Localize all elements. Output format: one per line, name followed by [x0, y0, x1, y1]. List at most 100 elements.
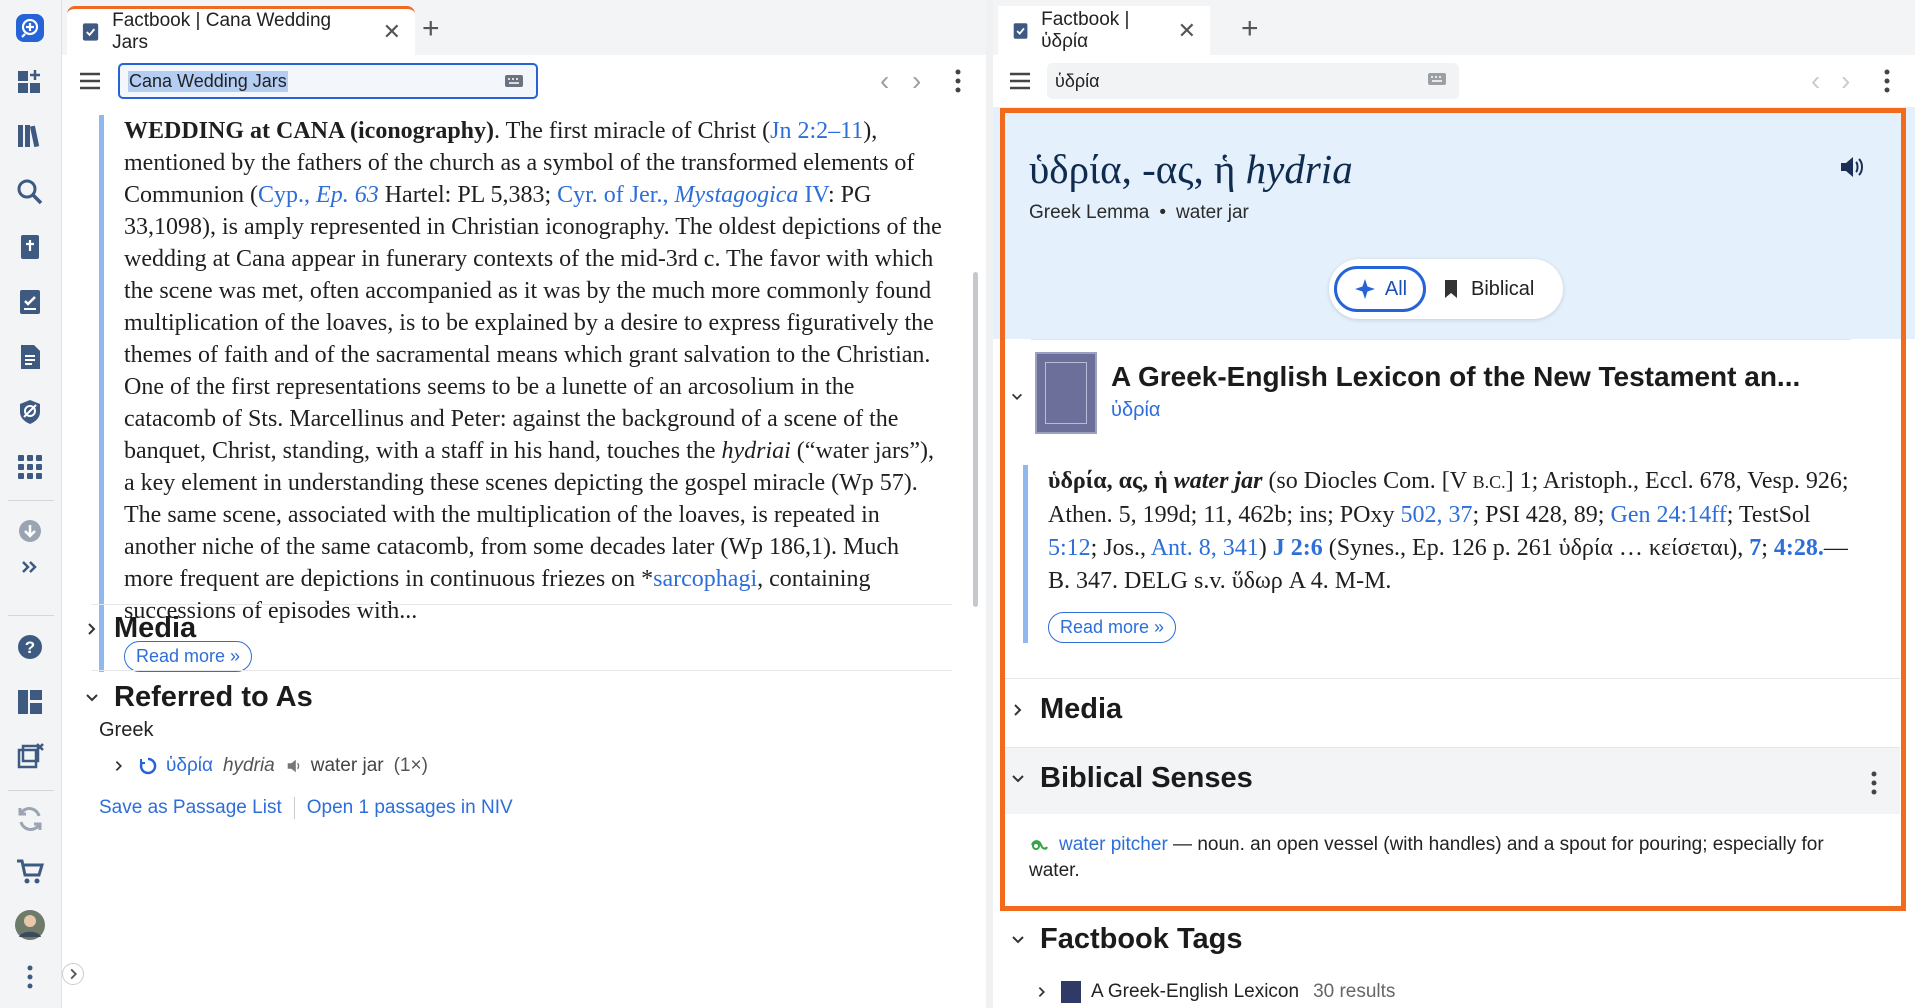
keyboard-icon[interactable]	[1427, 72, 1447, 86]
left-scrollbar[interactable]	[973, 272, 978, 607]
back-arrow-icon[interactable]: ‹	[1811, 65, 1820, 97]
senses-menu-icon[interactable]	[1870, 769, 1878, 797]
search-icon[interactable]	[11, 173, 49, 211]
link-4-28[interactable]: 4:28.	[1774, 535, 1824, 561]
link-ep[interactable]: Ep. 63	[316, 182, 379, 208]
save-passage-list-link[interactable]: Save as Passage List	[99, 797, 282, 819]
pane-splitter[interactable]	[986, 0, 993, 1008]
link-mystagogica[interactable]: Mystagogica	[674, 182, 798, 208]
rail-separator	[8, 500, 54, 501]
keyboard-icon[interactable]	[504, 74, 524, 88]
link-sarcophagi[interactable]: sarcophagi	[653, 566, 757, 592]
divider	[92, 604, 952, 605]
search-input[interactable]: ὑδρία	[1047, 63, 1459, 99]
left-rail: ?	[0, 0, 62, 1008]
new-tab-button[interactable]: +	[1241, 14, 1259, 44]
media-heading: Media	[114, 612, 197, 644]
link-j-2-6[interactable]: J 2:6	[1273, 535, 1323, 561]
referred-section-header[interactable]: Referred to As	[84, 681, 313, 714]
pane-menu-icon[interactable]	[1883, 67, 1891, 95]
read-more-button[interactable]: Read more »	[124, 641, 253, 672]
cart-icon[interactable]	[11, 852, 49, 890]
open-passages-link[interactable]: Open 1 passages in NIV	[307, 797, 513, 819]
read-more-button[interactable]: Read more »	[1048, 612, 1177, 643]
lemma-subtitle: Greek Lemma • water jar	[1029, 202, 1249, 223]
media-section-header[interactable]: Media	[1010, 693, 1122, 726]
speaker-icon[interactable]	[285, 757, 303, 775]
link-7[interactable]: 7	[1749, 535, 1761, 561]
link-jn[interactable]: Jn 2:2–11	[770, 118, 863, 144]
speaker-icon[interactable]	[1837, 153, 1865, 181]
atlas-icon[interactable]	[11, 393, 49, 431]
greek-label: Greek	[99, 719, 154, 741]
link-poxy[interactable]: 502, 37	[1400, 502, 1472, 528]
sense-icon	[1030, 840, 1048, 850]
media-section-header[interactable]: Media	[84, 612, 196, 645]
filter-all-button[interactable]: All	[1334, 266, 1426, 312]
chevron-down-icon[interactable]	[1010, 390, 1024, 404]
dashboard-icon[interactable]	[11, 63, 49, 101]
close-panels-icon[interactable]	[11, 737, 49, 775]
lemma-type: Greek Lemma	[1029, 202, 1150, 223]
close-tab-icon[interactable]: ✕	[1178, 18, 1196, 44]
left-content: WEDDING at CANA (iconography). The first…	[62, 107, 986, 1008]
sense-link[interactable]: water pitcher	[1059, 834, 1168, 855]
chevron-right-icon	[88, 622, 96, 635]
expand-rail-icon[interactable]	[11, 548, 49, 586]
svg-text:?: ?	[25, 638, 35, 657]
filter-biblical-button[interactable]: Biblical	[1439, 266, 1534, 312]
pane-menu-icon[interactable]	[954, 67, 962, 95]
avatar[interactable]	[11, 906, 49, 944]
senses-heading: Biblical Senses	[1040, 762, 1253, 794]
more-options-icon[interactable]	[11, 958, 49, 996]
link-testsol[interactable]: 5:12	[1048, 535, 1091, 561]
divider	[1000, 678, 1900, 679]
left-tabbar: Factbook | Cana Wedding Jars ✕ +	[62, 0, 986, 55]
lemma-title: ὑδρία, -ας, ἡ hydria	[1029, 146, 1353, 192]
bible-icon[interactable]	[11, 228, 49, 266]
factbook-icon[interactable]	[11, 283, 49, 321]
chevron-down-icon	[1012, 774, 1024, 782]
book-cover[interactable]	[1035, 352, 1097, 434]
link-cyp[interactable]: Cyp.,	[258, 182, 310, 208]
divider	[293, 797, 295, 819]
home-icon[interactable]	[11, 9, 49, 47]
hamburger-menu-icon[interactable]	[1006, 67, 1034, 95]
library-icon[interactable]	[11, 117, 49, 155]
factbook-tags-header[interactable]: Factbook Tags	[1010, 923, 1243, 956]
tab-hydria[interactable]: Factbook | ὑδρία ✕	[998, 6, 1210, 55]
link-ant[interactable]: Ant. 8, 341	[1151, 535, 1259, 561]
encyclopedia-article: WEDDING at CANA (iconography). The first…	[99, 115, 944, 672]
filter-toggle: All Biblical	[1329, 259, 1563, 319]
book-title[interactable]: A Greek-English Lexicon of the New Testa…	[1111, 361, 1800, 393]
biblical-senses-header[interactable]: Biblical Senses	[1010, 762, 1253, 795]
layout-icon[interactable]	[11, 683, 49, 721]
link-cyr[interactable]: Cyr. of Jer.,	[557, 182, 668, 208]
left-pane: Factbook | Cana Wedding Jars ✕ + Cana We…	[62, 0, 986, 1008]
download-icon[interactable]	[11, 512, 49, 550]
hamburger-menu-icon[interactable]	[76, 67, 104, 95]
sync-icon[interactable]	[11, 800, 49, 838]
forward-arrow-icon[interactable]: ›	[1841, 65, 1850, 97]
back-arrow-icon[interactable]: ‹	[880, 65, 889, 97]
bookmark-icon	[1445, 280, 1457, 298]
help-icon[interactable]: ?	[11, 628, 49, 666]
tab-title: Factbook | Cana Wedding Jars	[112, 10, 332, 53]
divider	[1031, 339, 1851, 340]
search-input[interactable]: Cana Wedding Jars	[118, 63, 538, 99]
close-tab-icon[interactable]: ✕	[383, 19, 401, 45]
document-icon[interactable]	[11, 338, 49, 376]
book-lemma-link[interactable]: ὑδρία	[1111, 399, 1160, 422]
lexicon-entry: ὑδρία, ας, ἡ water jar (so Diocles Com. …	[1023, 465, 1863, 643]
apps-grid-icon[interactable]	[11, 448, 49, 486]
tab-cana-wedding-jars[interactable]: Factbook | Cana Wedding Jars ✕	[67, 6, 415, 55]
link-gen[interactable]: Gen 24:14ff	[1610, 502, 1726, 528]
referred-lemma[interactable]: ὑδρία	[166, 755, 213, 777]
collapse-rail-button[interactable]	[62, 963, 84, 985]
referred-lemma-row[interactable]: ὑδρία hydria water jar (1×)	[112, 755, 428, 777]
tag-row[interactable]: A Greek-English Lexicon 30 results	[1035, 981, 1395, 1003]
new-tab-button[interactable]: +	[422, 14, 440, 44]
forward-arrow-icon[interactable]: ›	[912, 65, 921, 97]
link-iv[interactable]: IV	[804, 182, 828, 208]
tag-item[interactable]: A Greek-English Lexicon	[1091, 981, 1299, 1003]
